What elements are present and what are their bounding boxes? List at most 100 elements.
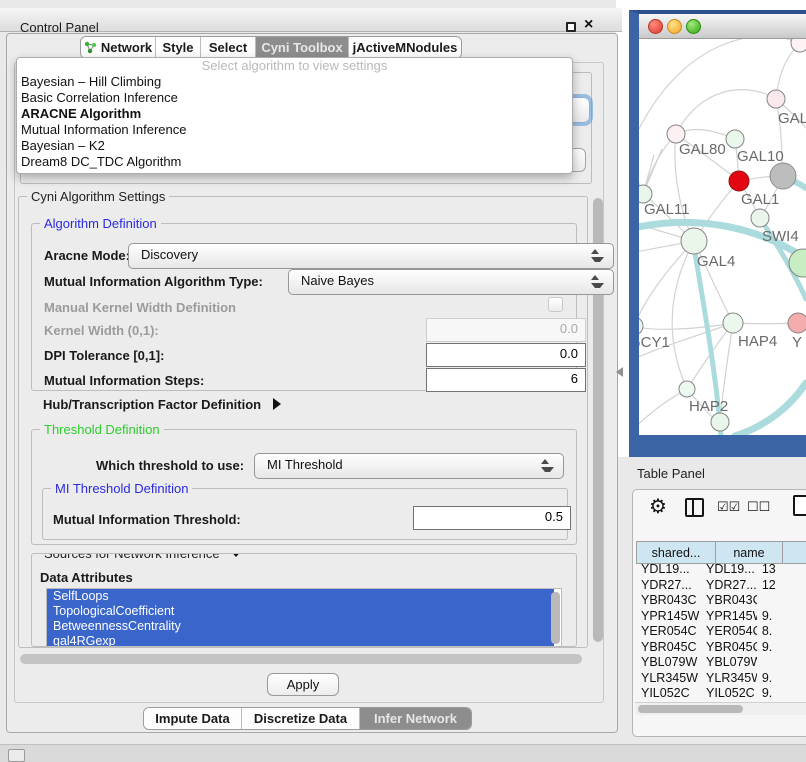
select-all-icon[interactable]: ☑☑ xyxy=(717,499,740,515)
hub-section-toggle[interactable]: Hub/Transcription Factor Definition xyxy=(43,397,281,412)
table-row[interactable]: YBR045CYBR045C9. xyxy=(636,640,806,656)
table-cell: YBL079W xyxy=(701,655,757,671)
data-attributes-label: Data Attributes xyxy=(40,570,133,585)
table-cell: YDR27... xyxy=(636,578,701,594)
table-row[interactable]: YLR345WYLR345W9. xyxy=(636,671,806,687)
list-scrollbar[interactable] xyxy=(551,592,560,644)
deselect-all-icon[interactable]: ☐☐ xyxy=(747,499,770,515)
table-cell: YBR045C xyxy=(701,640,757,656)
network-node[interactable] xyxy=(711,413,729,431)
attribute-list-item[interactable]: SelfLoops xyxy=(47,589,554,604)
network-node[interactable] xyxy=(751,209,769,227)
tab-network[interactable]: Network xyxy=(81,37,155,58)
table-horizontal-scrollbar[interactable] xyxy=(638,705,743,713)
manual-kernel-width-label: Manual Kernel Width Definition xyxy=(44,300,236,315)
table-cell: YDL19... xyxy=(636,562,701,578)
collapsed-panel-icon[interactable] xyxy=(8,749,25,762)
kernel-width-field[interactable]: 0.0 xyxy=(426,318,586,342)
mi-algorithm-type-combo[interactable]: Naive Bayes xyxy=(288,269,614,295)
algorithm-option[interactable]: Dream8 DC_TDC Algorithm xyxy=(17,154,572,170)
tab-cyni-toolbox[interactable]: Cyni Toolbox xyxy=(255,37,348,58)
float-panel-icon[interactable] xyxy=(566,22,576,32)
settings-horizontal-scrollbar[interactable] xyxy=(20,654,582,664)
aracne-mode-combo[interactable]: Discovery xyxy=(128,243,614,269)
node-label: SWI4 xyxy=(762,228,799,245)
node-label: HAP2 xyxy=(689,398,728,415)
tab-label: Impute Data xyxy=(155,711,229,726)
tab-label: Style xyxy=(162,40,193,55)
algorithm-option[interactable]: Basic Correlation Inference xyxy=(17,90,572,106)
node-label: GAL11 xyxy=(644,201,690,218)
table-row[interactable]: YIL052CYIL052C9. xyxy=(636,686,806,697)
tab-impute-data[interactable]: Impute Data xyxy=(144,708,241,729)
tab-jactivemnodules[interactable]: jActiveMNodules xyxy=(348,37,461,58)
algorithm-option[interactable]: Mutual Information Inference xyxy=(17,122,572,138)
table-panel: ⚙ ☑☑ ☐☐ shared...nameA YDL19...YDL19...1… xyxy=(632,489,806,737)
network-window-titlebar[interactable] xyxy=(639,14,806,39)
control-panel-titlebar: Control Panel × xyxy=(0,8,622,32)
mi-threshold-field[interactable]: 0.5 xyxy=(413,506,571,530)
table-cell: 13 xyxy=(757,562,806,578)
tab-style[interactable]: Style xyxy=(155,37,200,58)
apply-button[interactable]: Apply xyxy=(267,673,339,696)
network-node[interactable] xyxy=(679,381,695,397)
column-header[interactable]: A xyxy=(783,542,806,563)
network-canvas[interactable]: GALGAL80GAL10GAL1GAL11SWI4GAL4GCY1HAP4YH… xyxy=(639,39,806,436)
column-header[interactable]: name xyxy=(716,542,783,563)
table-row[interactable]: YBL079WYBL079W xyxy=(636,655,806,671)
network-node[interactable] xyxy=(729,171,749,191)
table-row[interactable]: YDL19...YDL19...13 xyxy=(636,562,806,578)
show-columns-icon[interactable] xyxy=(685,498,704,517)
network-node[interactable] xyxy=(723,313,743,333)
attribute-list-item[interactable]: TopologicalCoefficient xyxy=(47,604,554,619)
sources-title-toggle[interactable]: Sources for Network Inference xyxy=(40,553,247,561)
mi-steps-field[interactable]: 6 xyxy=(426,368,586,392)
table-cell: 8. xyxy=(757,624,806,640)
minimize-window-icon[interactable] xyxy=(667,19,682,34)
mi-threshold-label: Mutual Information Threshold: xyxy=(53,512,241,527)
gear-icon[interactable]: ⚙ xyxy=(649,494,667,519)
node-label: HAP4 xyxy=(738,333,777,350)
close-panel-icon[interactable]: × xyxy=(584,16,593,34)
node-label: Y xyxy=(792,334,802,351)
network-node[interactable] xyxy=(681,228,707,254)
table-cell: YIL052C xyxy=(636,686,701,697)
data-attributes-list[interactable]: SelfLoopsTopologicalCoefficientBetweenne… xyxy=(46,588,562,647)
algorithm-option[interactable]: ARACNE Algorithm xyxy=(17,106,572,122)
network-node[interactable] xyxy=(639,317,643,335)
table-cell: YER054C xyxy=(701,624,757,640)
table-row[interactable]: YER054CYER054C8. xyxy=(636,624,806,640)
mi-algorithm-type-label: Mutual Information Algorithm Type: xyxy=(44,274,263,289)
group-title: Algorithm Definition xyxy=(40,216,161,231)
attribute-list-item[interactable]: gal4RGexp xyxy=(47,634,554,647)
column-header[interactable]: shared... xyxy=(637,542,716,563)
group-title: Cyni Algorithm Settings xyxy=(27,189,169,204)
network-node[interactable] xyxy=(770,163,796,189)
table-cell: YDL19... xyxy=(701,562,757,578)
network-node[interactable] xyxy=(767,90,785,108)
algorithm-option[interactable]: Bayesian – Hill Climbing xyxy=(17,74,572,90)
tab-discretize-data[interactable]: Discretize Data xyxy=(241,708,359,729)
close-window-icon[interactable] xyxy=(648,19,663,34)
table-cell xyxy=(757,655,806,671)
dpi-tolerance-field[interactable]: 0.0 xyxy=(426,343,586,367)
panel-divider-collapse-icon[interactable] xyxy=(616,367,623,377)
tab-select[interactable]: Select xyxy=(200,37,255,58)
network-node[interactable] xyxy=(788,313,806,333)
network-node[interactable] xyxy=(726,130,744,148)
group-title: MI Threshold Definition xyxy=(51,481,192,496)
table-row[interactable]: YBR043CYBR043C xyxy=(636,593,806,609)
export-table-icon[interactable] xyxy=(793,495,806,516)
table-row[interactable]: YDR27...YDR27...12 xyxy=(636,578,806,594)
table-cell: YPR145W xyxy=(701,609,757,625)
which-threshold-combo[interactable]: MI Threshold xyxy=(254,453,564,479)
algorithm-option[interactable]: Bayesian – K2 xyxy=(17,138,572,154)
table-row[interactable]: YPR145WYPR145W9. xyxy=(636,609,806,625)
attribute-list-item[interactable]: BetweennessCentrality xyxy=(47,619,554,634)
zoom-window-icon[interactable] xyxy=(686,19,701,34)
manual-kernel-width-checkbox[interactable] xyxy=(548,297,563,312)
table-cell: YER054C xyxy=(636,624,701,640)
table-cell: 12 xyxy=(757,578,806,594)
table-cell: YIL052C xyxy=(701,686,757,697)
tab-infer-network[interactable]: Infer Network xyxy=(359,708,471,729)
